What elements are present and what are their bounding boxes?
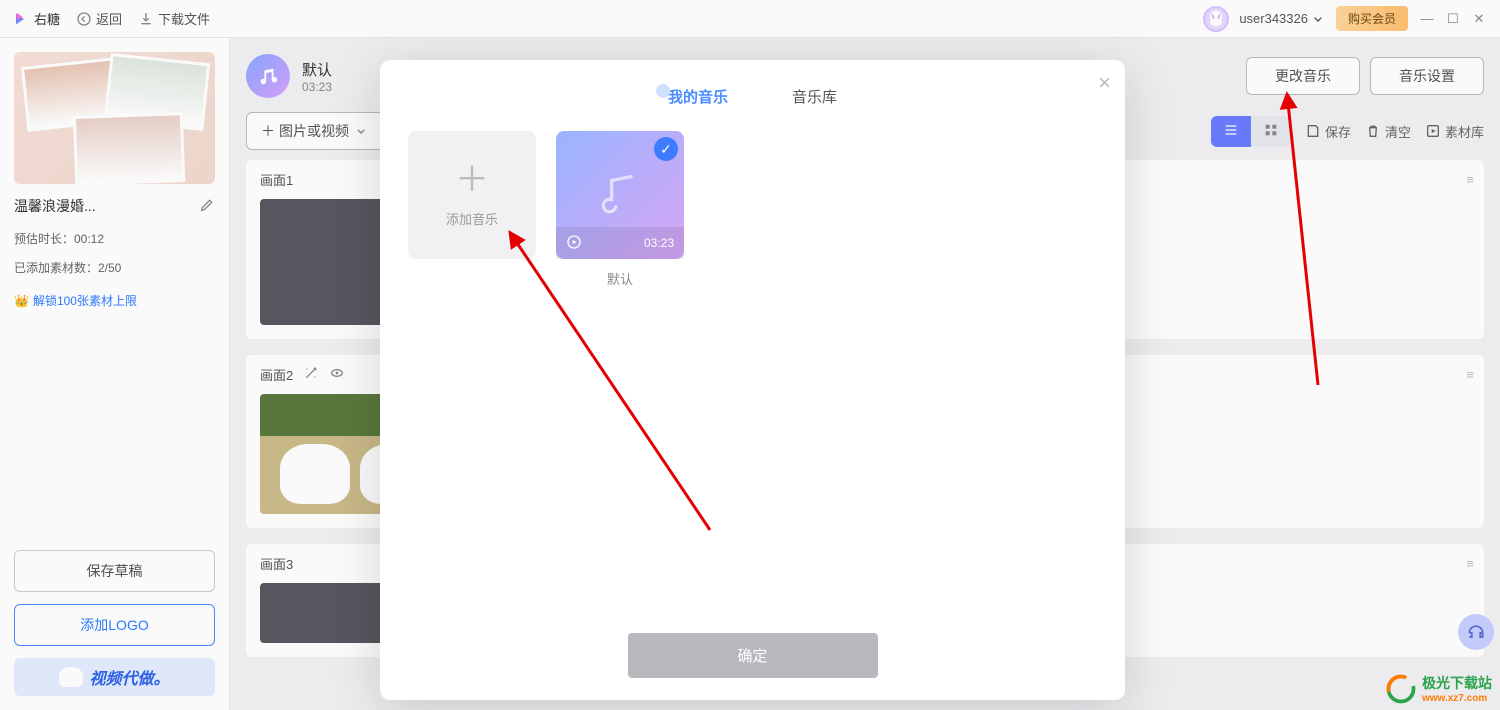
tab-music-library[interactable]: 音乐库	[790, 82, 839, 111]
track-duration: 03:23	[644, 236, 674, 250]
modal-close-button[interactable]: ×	[1098, 70, 1111, 96]
tab-my-music[interactable]: 我的音乐	[666, 82, 730, 111]
music-modal: × 我的音乐 音乐库 ＋ 添加音乐 ✓ 03:23	[380, 60, 1125, 700]
watermark-url: www.xz7.com	[1422, 693, 1492, 704]
add-music-label: 添加音乐	[446, 209, 498, 228]
note-icon	[595, 168, 645, 229]
watermark-title: 极光下载站	[1422, 673, 1492, 693]
play-icon[interactable]	[566, 234, 582, 253]
plus-icon: ＋	[455, 163, 489, 197]
watermark: 极光下载站 www.xz7.com	[1386, 673, 1492, 704]
track-name: 默认	[556, 269, 684, 288]
watermark-icon	[1386, 674, 1416, 704]
music-track-tile[interactable]: ✓ 03:23	[556, 131, 684, 259]
selected-check-icon: ✓	[654, 137, 678, 161]
confirm-button[interactable]: 确定	[628, 633, 878, 678]
add-music-button[interactable]: ＋ 添加音乐	[408, 131, 536, 259]
